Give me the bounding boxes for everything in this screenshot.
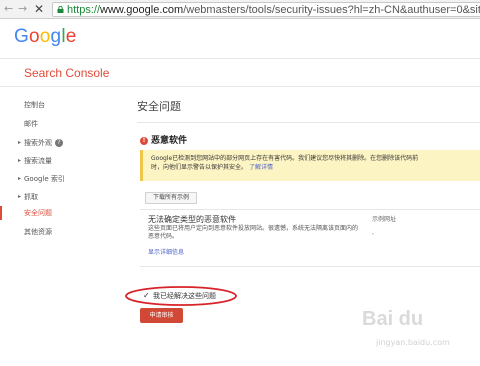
logo-letter: o (39, 26, 51, 47)
alert-icon: ! (140, 137, 148, 145)
watermark-text: Bai du (362, 308, 424, 330)
section-title: 恶意软件 (151, 136, 188, 146)
download-all-samples-button[interactable]: 下载所有示例 (145, 192, 197, 204)
page-title: 安全问题 (137, 100, 181, 113)
logo-letter: g (50, 26, 62, 47)
sidebar-item-label: 控制台 (24, 101, 45, 109)
forward-arrow-icon[interactable]: → (18, 2, 27, 16)
address-bar[interactable]: https://www.google.com/webmasters/tools/… (52, 2, 480, 17)
issue-divider (140, 209, 480, 210)
help-icon[interactable]: ? (55, 139, 63, 147)
notice-text: Google已检测到您网站中的部分网页上存在有害代码。我们建议您尽快将其删除。在… (151, 154, 480, 172)
sample-url-header: 示例网址 (372, 216, 397, 223)
sidebar-item-label: 搜索流量 (24, 157, 52, 165)
expand-arrow-icon: ▸ (18, 139, 22, 146)
sidebar-item-label: 安全问题 (24, 209, 52, 217)
sidebar-item-search-appearance[interactable]: ▸ 搜索外观? (0, 136, 115, 150)
lock-icon (57, 6, 64, 13)
url-path: /webmasters/tools/security-issues?hl=zh-… (183, 4, 480, 16)
notice-line: Google已检测到您网站中的部分网页上存在有害代码。我们建议您尽快将其删除。在… (151, 155, 419, 162)
sidebar-item-label-wrap: 搜索外观? (24, 136, 63, 150)
expand-arrow-icon: ▸ (18, 175, 22, 182)
logo-letter: o (28, 26, 40, 47)
issue-description: 这些页面已将用户定向到恶意软件投放网站。很遗憾，系统无法隔离该页面内的恶意代码。 (148, 225, 359, 240)
notice-line: 时，向他们显示警告以保护其安全。 (151, 164, 248, 171)
url-host: www.google.com (100, 4, 184, 16)
sidebar-item-label: 抓取 (24, 193, 38, 201)
expand-arrow-icon: ▸ (18, 193, 22, 200)
sidebar-item-search-traffic[interactable]: ▸ 搜索流量 (0, 154, 115, 168)
issue-divider (140, 266, 480, 267)
sidebar-item-google-index[interactable]: ▸ Google 索引 (0, 172, 115, 186)
resolved-checkbox[interactable]: ✓ (143, 291, 153, 301)
title-divider (137, 122, 480, 123)
sidebar-item-messages[interactable]: 邮件 (0, 117, 115, 131)
resolved-label[interactable]: 我已经解决这些问题 (153, 291, 216, 301)
sidebar-item-label: 搜索外观 (24, 139, 52, 147)
active-indicator (0, 206, 2, 220)
sidebar-item-crawl[interactable]: ▸ 抓取 (0, 190, 115, 204)
back-arrow-icon[interactable]: ← (4, 2, 13, 16)
sidebar-item-label: 其他资源 (24, 228, 52, 236)
browser-toolbar: ← → ✕ https://www.google.com/webmasters/… (0, 0, 480, 19)
expand-arrow-icon: ▸ (18, 157, 22, 164)
sidebar-item-dashboard[interactable]: 控制台 (0, 98, 115, 112)
warning-notice: Google已检测到您网站中的部分网页上存在有害代码。我们建议您尽快将其删除。在… (140, 150, 480, 181)
logo-letter: G (14, 26, 29, 47)
url-text: https://www.google.com/webmasters/tools/… (67, 3, 480, 16)
sidebar-item-security-issues[interactable]: 安全问题 (0, 206, 115, 220)
sidebar-item-label: 邮件 (24, 120, 38, 128)
google-logo[interactable]: Google (14, 26, 77, 48)
product-title[interactable]: Search Console (24, 66, 109, 80)
url-scheme: https:// (67, 4, 101, 16)
request-review-button[interactable]: 申请审核 (140, 308, 183, 323)
watermark-subtext: jingyan.baidu.com (376, 338, 450, 347)
baidu-watermark: Bai du jingyan.baidu.com (362, 308, 478, 364)
sidebar-item-other-resources[interactable]: 其他资源 (0, 225, 115, 239)
logo-letter: e (65, 26, 77, 47)
sidebar-item-label: Google 索引 (24, 175, 65, 183)
sample-url-value[interactable]: , (372, 229, 374, 236)
issue-title: 无法确定类型的恶意软件 (148, 215, 236, 224)
header-divider (0, 58, 480, 59)
header-divider (0, 86, 480, 87)
learn-more-link[interactable]: 了解详情 (249, 164, 273, 171)
show-details-link[interactable]: 显示详细信息 (148, 247, 184, 256)
close-icon[interactable]: ✕ (34, 2, 44, 16)
